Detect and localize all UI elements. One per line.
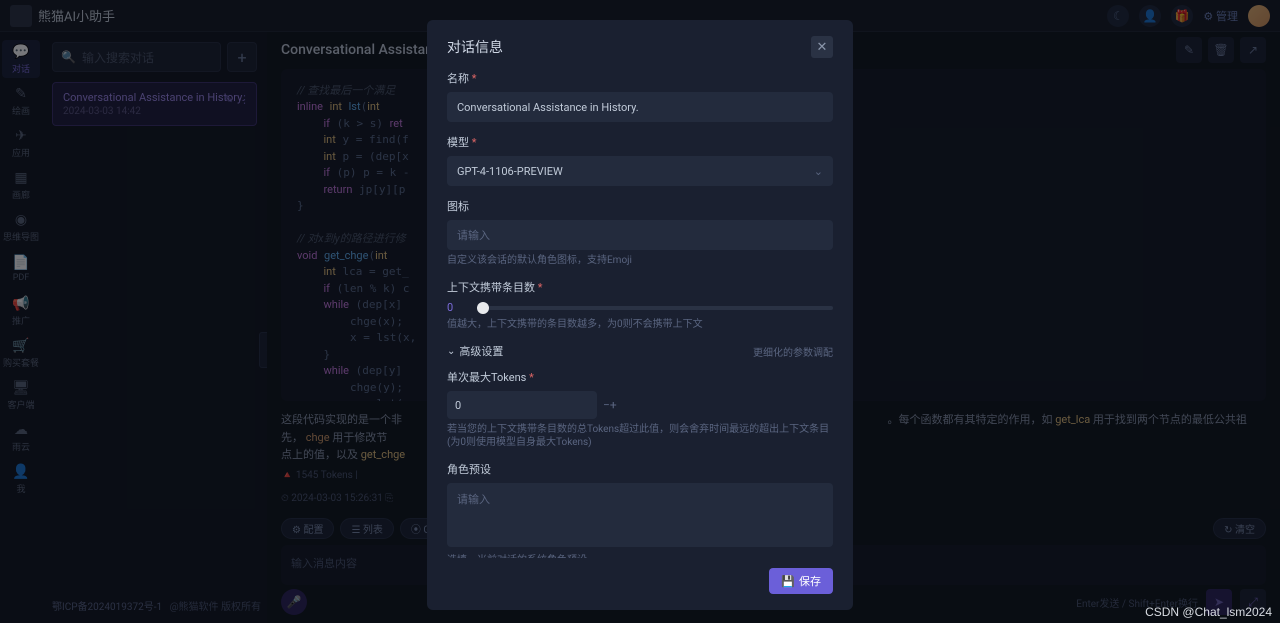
role-textarea[interactable]	[447, 483, 833, 547]
icon-label: 图标	[447, 198, 833, 214]
minus-button[interactable]: −	[603, 398, 610, 412]
maxtokens-help: 若当您的上下文携带条目数的总Tokens超过此值，则会舍弃时间最远的超出上下文条…	[447, 423, 833, 449]
slider-thumb[interactable]	[477, 302, 489, 314]
name-label: 名称 *	[447, 70, 833, 86]
model-label: 模型 *	[447, 134, 833, 150]
chevron-down-icon: ⌄	[447, 346, 455, 357]
role-label: 角色预设	[447, 461, 833, 477]
dialog-info-modal: 对话信息 ✕ 名称 * 模型 * GPT-4-1106-PREVIEW 图标 自…	[427, 20, 853, 610]
icon-input[interactable]	[447, 220, 833, 250]
maxtokens-label: 单次最大Tokens *	[447, 369, 833, 385]
plus-button[interactable]: +	[610, 398, 617, 412]
save-button[interactable]: 💾 保存	[769, 568, 833, 594]
context-value: 0	[447, 301, 467, 314]
context-help: 值越大，上下文携带的条目数越多，为0则不会携带上下文	[447, 318, 833, 331]
watermark: CSDN @Chat_lsm2024	[1145, 605, 1272, 619]
name-input[interactable]	[447, 92, 833, 122]
close-button[interactable]: ✕	[811, 36, 833, 58]
context-label: 上下文携带条目数 *	[447, 279, 833, 295]
model-select[interactable]: GPT-4-1106-PREVIEW	[447, 156, 833, 186]
context-slider[interactable]	[477, 306, 833, 310]
modal-title: 对话信息	[447, 37, 503, 57]
advanced-toggle[interactable]: ⌄ 高级设置 更细化的参数调配	[447, 343, 833, 359]
icon-help: 自定义该会话的默认角色图标，支持Emoji	[447, 254, 833, 267]
maxtokens-input[interactable]: − +	[447, 391, 597, 419]
